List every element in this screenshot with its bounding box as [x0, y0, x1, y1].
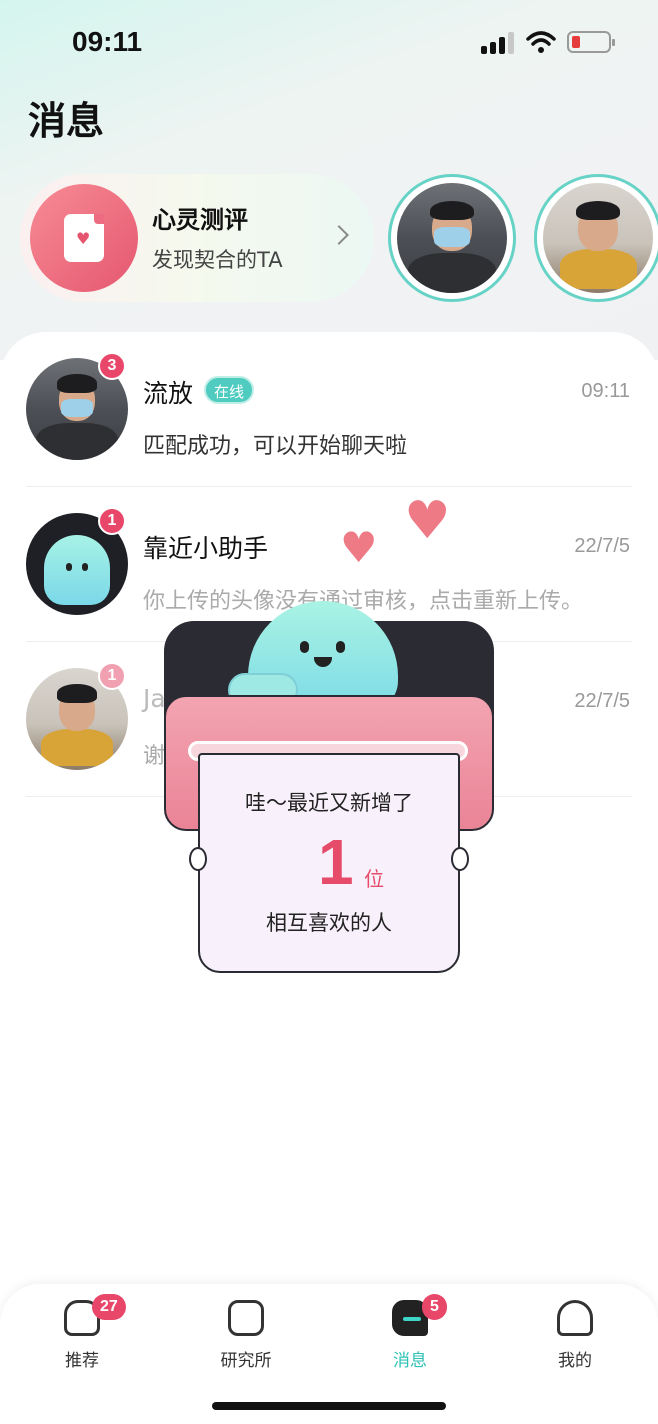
tab-badge: 5 — [422, 1294, 447, 1320]
story-avatar-2[interactable] — [534, 174, 658, 302]
tab-label: 我的 — [558, 1351, 592, 1371]
unread-badge: 3 — [98, 352, 126, 380]
tab-recommend[interactable]: 27 推荐 — [22, 1294, 142, 1384]
ticket-notch — [451, 847, 469, 871]
signal-icon — [481, 32, 515, 54]
ticket-notch — [189, 847, 207, 871]
tab-messages[interactable]: 5 消息 — [350, 1294, 470, 1384]
avatar-photo — [397, 183, 507, 293]
ghost-profile-icon — [557, 1300, 593, 1336]
personality-test-card[interactable]: ♥ 心灵测评 发现契合的TA — [20, 174, 374, 302]
ticket-headline: 哇～最近又新增了 — [245, 791, 413, 815]
battery-icon — [567, 31, 615, 53]
ticket-caption: 相互喜欢的人 — [266, 911, 392, 935]
tab-badge: 27 — [92, 1294, 126, 1320]
home-indicator — [212, 1402, 446, 1410]
unread-badge: 1 — [98, 507, 126, 535]
status-bar: 09:11 — [0, 0, 658, 88]
test-card-subtitle: 发现契合的TA — [152, 248, 283, 272]
story-avatar-1[interactable] — [388, 174, 516, 302]
document-heart-icon: ♥ — [64, 214, 104, 262]
mutual-like-count: 1 — [318, 826, 354, 898]
chevron-right-icon — [329, 225, 349, 245]
online-tag: 在线 — [204, 376, 255, 404]
count-unit: 位 — [364, 867, 384, 891]
tab-label: 推荐 — [65, 1351, 99, 1371]
tab-lab[interactable]: 研究所 — [186, 1294, 306, 1384]
heart-icon: ♥ — [404, 491, 451, 551]
unread-badge: 1 — [98, 662, 126, 690]
contact-name: 流放 — [143, 379, 194, 408]
message-preview: 匹配成功，可以开始聊天啦 — [143, 434, 408, 459]
battery-level — [572, 36, 580, 48]
status-time: 09:11 — [72, 26, 143, 57]
test-icon: ♥ — [30, 184, 138, 292]
wifi-icon — [526, 31, 556, 53]
tab-mine[interactable]: 我的 — [515, 1294, 635, 1384]
avatar-photo — [543, 183, 653, 293]
tab-label: 消息 — [393, 1351, 427, 1371]
message-time: 22/7/5 — [574, 535, 630, 557]
message-time: 09:11 — [581, 380, 630, 402]
test-card-title: 心灵测评 — [152, 206, 248, 234]
heart-icon: ♥ — [340, 523, 378, 572]
message-item[interactable]: 3 流放 在线 09:11 匹配成功，可以开始聊天啦 — [0, 332, 658, 487]
page-title: 消息 — [28, 99, 105, 143]
lab-icon — [228, 1300, 264, 1336]
mutual-like-popup[interactable]: ♥ ♥ 哇～最近又新增了 1 位 相互喜欢的人 — [160, 491, 500, 975]
tab-label: 研究所 — [220, 1351, 272, 1371]
mutual-like-ticket[interactable]: 哇～最近又新增了 1 位 相互喜欢的人 — [189, 753, 469, 973]
message-time: 22/7/5 — [574, 690, 630, 712]
